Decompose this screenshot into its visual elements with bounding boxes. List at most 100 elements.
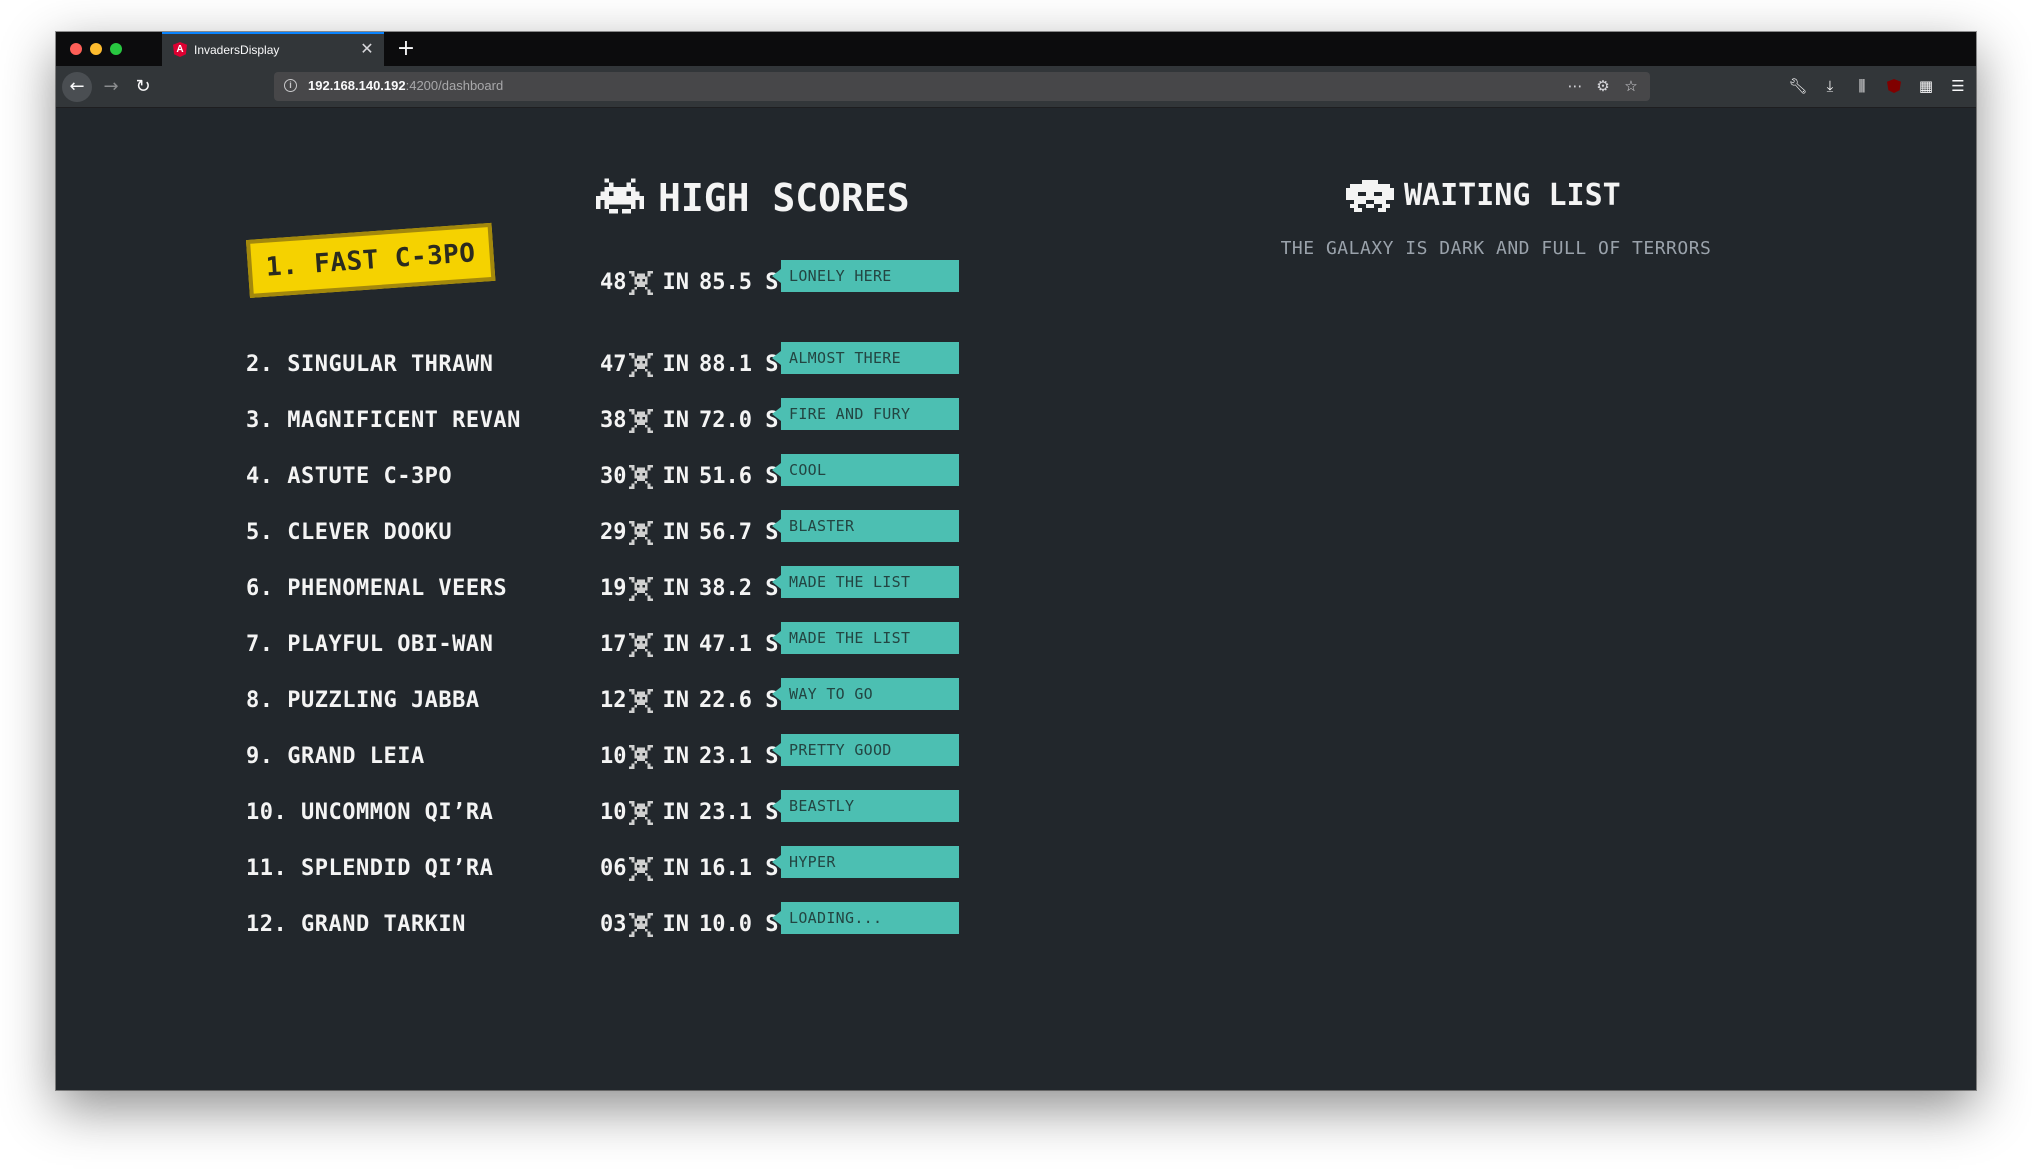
score-value: 19 xyxy=(600,576,627,601)
rank-badge: LOADING... xyxy=(772,902,959,934)
score-line: 29 IN 56.7 S xyxy=(600,518,778,548)
score-line: 06 IN 16.1 S xyxy=(600,854,778,884)
rank-badge: MADE THE LIST xyxy=(772,566,959,598)
player-name: 6. PHENOMENAL VEERS xyxy=(246,576,508,601)
time-value: 23.1 S xyxy=(699,800,779,825)
rank-badge: MADE THE LIST xyxy=(772,622,959,654)
back-button[interactable]: ← xyxy=(62,72,92,102)
score-value: 17 xyxy=(600,632,627,657)
high-score-row: 2. SINGULAR THRAWN 47 IN 88.1 S ALMOST THERE xyxy=(56,342,1256,392)
devtools-wrench-icon[interactable]: 🔧︎ xyxy=(1788,75,1808,99)
url-host: 192.168.140.192 xyxy=(308,78,406,93)
minimize-window-button[interactable] xyxy=(90,43,102,55)
score-value: 29 xyxy=(600,520,627,545)
crossbones-skull-icon xyxy=(628,409,653,433)
new-tab-button[interactable]: + xyxy=(392,35,420,63)
url-text[interactable]: 192.168.140.192:4200/dashboard xyxy=(308,78,503,93)
forward-button[interactable]: → xyxy=(96,72,126,102)
extension-icon[interactable]: ⚙ xyxy=(1594,76,1612,97)
score-line: 10 IN 23.1 S xyxy=(600,742,778,772)
time-value: 38.2 S xyxy=(699,576,779,601)
crossbones-skull-icon xyxy=(628,913,653,937)
rank-badge: HYPER xyxy=(772,846,959,878)
high-score-row: 5. CLEVER DOOKU 29 IN 56.7 S BLASTER xyxy=(56,510,1256,560)
reload-button[interactable]: ↻ xyxy=(128,72,158,102)
rank-badge: COOL xyxy=(772,454,959,486)
maximize-window-button[interactable] xyxy=(110,43,122,55)
high-scores-heading: HIGH SCORES xyxy=(596,176,910,220)
rank-badge: ALMOST THERE xyxy=(772,342,959,374)
site-info-icon[interactable]: i xyxy=(284,79,297,92)
time-value: 51.6 S xyxy=(699,464,779,489)
score-line: 03 IN 10.0 S xyxy=(600,910,778,940)
time-value: 22.6 S xyxy=(699,688,779,713)
in-label: IN xyxy=(662,464,690,489)
score-value: 06 xyxy=(600,856,627,881)
tab-close-icon[interactable]: ✕ xyxy=(358,40,376,58)
player-name: 9. GRAND LEIA xyxy=(246,744,425,769)
time-value: 10.0 S xyxy=(699,912,779,937)
rank-badge: LONELY HERE xyxy=(772,260,959,292)
in-label: IN xyxy=(662,912,690,937)
player-name: 1. FAST C-3PO xyxy=(245,222,496,298)
browser-window: A InvadersDisplay ✕ + ← → ↻ i 192.168.14… xyxy=(56,32,1976,1090)
rank-badge: FIRE AND FURY xyxy=(772,398,959,430)
downloads-icon[interactable]: ⤓ xyxy=(1820,75,1840,99)
score-value: 38 xyxy=(600,408,627,433)
player-name: 7. PLAYFUL OBI-WAN xyxy=(246,632,494,657)
score-line: 12 IN 22.6 S xyxy=(600,686,778,716)
in-label: IN xyxy=(662,800,690,825)
rank-badge: BEASTLY xyxy=(772,790,959,822)
close-window-button[interactable] xyxy=(70,43,82,55)
waiting-list-title: WAITING LIST xyxy=(1404,178,1621,213)
time-value: 88.1 S xyxy=(699,352,779,377)
browser-tab[interactable]: A InvadersDisplay ✕ xyxy=(162,32,384,66)
crossbones-skull-icon xyxy=(628,857,653,881)
tab-title: InvadersDisplay xyxy=(194,43,280,57)
high-score-row: 12. GRAND TARKIN 03 IN 10.0 S LOADING... xyxy=(56,902,1256,952)
score-line: 30 IN 51.6 S xyxy=(600,462,778,492)
in-label: IN xyxy=(662,520,690,545)
high-score-row: 7. PLAYFUL OBI-WAN 17 IN 47.1 S MADE THE LIS… xyxy=(56,622,1256,672)
score-line: 47 IN 88.1 S xyxy=(600,350,778,380)
high-score-row: 8. PUZZLING JABBA 12 IN 22.6 S WAY TO GO xyxy=(56,678,1256,728)
player-name: 3. MAGNIFICENT REVAN xyxy=(246,408,521,433)
in-label: IN xyxy=(662,744,690,769)
high-score-row: 11. SPLENDID QI’RA 06 IN 16.1 S HYPER xyxy=(56,846,1256,896)
high-score-row: 9. GRAND LEIA 10 IN 23.1 S PRETTY GOOD xyxy=(56,734,1256,784)
score-line: 38 IN 72.0 S xyxy=(600,406,778,436)
ublock-icon[interactable] xyxy=(1884,75,1904,99)
bookmark-star-icon[interactable]: ☆ xyxy=(1622,76,1640,97)
space-invader-icon xyxy=(596,178,644,214)
rank-badge: BLASTER xyxy=(772,510,959,542)
library-icon[interactable]: ⫼ xyxy=(1852,75,1872,99)
time-value: 85.5 S xyxy=(699,270,779,295)
tab-bar: A InvadersDisplay ✕ + xyxy=(56,32,1976,66)
extensions-grid-icon[interactable]: ▦ xyxy=(1916,75,1936,99)
time-value: 56.7 S xyxy=(699,520,779,545)
rank-badge: PRETTY GOOD xyxy=(772,734,959,766)
crossbones-skull-icon xyxy=(628,745,653,769)
high-score-row: 3. MAGNIFICENT REVAN 38 IN 72.0 S FIRE AND F… xyxy=(56,398,1256,448)
player-name: 10. UNCOMMON QI’RA xyxy=(246,800,494,825)
score-value: 03 xyxy=(600,912,627,937)
in-label: IN xyxy=(662,352,690,377)
crossbones-skull-icon xyxy=(628,353,653,377)
address-bar[interactable]: i 192.168.140.192:4200/dashboard ⋯ ⚙ ☆ xyxy=(274,72,1650,101)
in-label: IN xyxy=(662,856,690,881)
waiting-list-heading: WAITING LIST xyxy=(1346,178,1621,213)
player-name: 11. SPLENDID QI’RA xyxy=(246,856,494,881)
high-score-row: 4. ASTUTE C-3PO 30 IN 51.6 S COOL xyxy=(56,454,1256,504)
player-name: 4. ASTUTE C-3PO xyxy=(246,464,453,489)
page-actions-icon[interactable]: ⋯ xyxy=(1566,76,1584,97)
player-name: 12. GRAND TARKIN xyxy=(246,912,466,937)
score-line: 48 IN 85.5 S xyxy=(600,268,778,298)
menu-hamburger-icon[interactable]: ☰ xyxy=(1948,75,1968,99)
time-value: 16.1 S xyxy=(699,856,779,881)
high-scores-title: HIGH SCORES xyxy=(658,176,910,220)
high-score-row: 6. PHENOMENAL VEERS 19 IN 38.2 S MADE THE LI… xyxy=(56,566,1256,616)
in-label: IN xyxy=(662,688,690,713)
crossbones-skull-icon xyxy=(628,465,653,489)
score-line: 19 IN 38.2 S xyxy=(600,574,778,604)
player-name: 8. PUZZLING JABBA xyxy=(246,688,480,713)
